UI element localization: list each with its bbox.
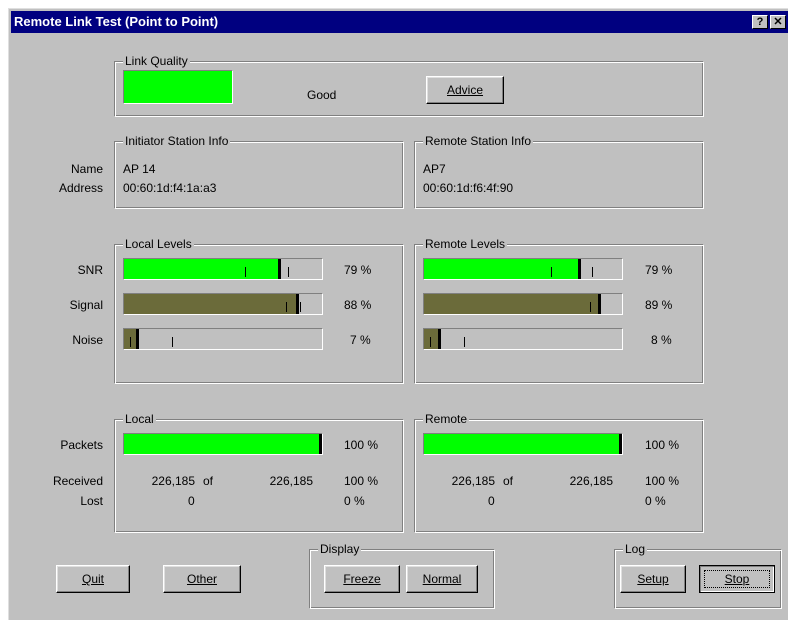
bar-tick: [590, 302, 592, 312]
local-levels-title: Local Levels: [123, 237, 194, 251]
lost-label: Lost: [80, 494, 103, 508]
remote-snr-percent: 79 %: [645, 263, 673, 277]
bar-peak-marker: [135, 329, 139, 349]
remote-packets-group: Remote 100 % 226,185 of 226,185 100 % 0 …: [414, 412, 704, 533]
bar-fill: [124, 259, 281, 279]
remote-lost-count: 0: [488, 494, 495, 508]
normal-button[interactable]: Normal: [406, 565, 478, 593]
local-packets-bar: [123, 433, 323, 455]
log-group: Log Setup Stop: [614, 542, 782, 609]
link-quality-title: Link Quality: [123, 54, 190, 68]
remote-name: AP7: [423, 162, 446, 176]
remote-signal-percent: 89 %: [645, 298, 673, 312]
bar-tick: [286, 302, 288, 312]
display-title: Display: [318, 542, 362, 556]
bar-peak-marker: [296, 294, 300, 314]
local-levels-group: Local Levels 79 % 88 % 7 %: [114, 237, 404, 384]
initiator-address: 00:60:1d:f4:1a:a3: [123, 181, 217, 195]
local-snr-bar: [123, 258, 323, 280]
bar-tick: [129, 337, 131, 347]
remote-levels-group: Remote Levels 79 % 89 % 8 %: [414, 237, 704, 384]
title-bar[interactable]: Remote Link Test (Point to Point) ? ✕: [11, 11, 788, 33]
initiator-name: AP 14: [123, 162, 156, 176]
remote-noise-percent: 8 %: [651, 333, 672, 347]
remote-station-info-title: Remote Station Info: [423, 134, 534, 148]
local-lost-percent: 0 %: [344, 494, 365, 508]
window-title: Remote Link Test (Point to Point): [14, 14, 219, 29]
local-received-percent: 100 %: [344, 474, 379, 488]
bar-peak-marker: [319, 434, 322, 454]
snr-label: SNR: [77, 263, 103, 277]
remote-signal-bar: [423, 293, 623, 315]
close-icon[interactable]: ✕: [770, 15, 786, 29]
help-icon[interactable]: ?: [752, 15, 768, 29]
name-label: Name: [70, 162, 103, 176]
local-received-count: 226,185: [151, 474, 195, 488]
local-packets-group: Local 100 % 226,185 of 226,185 100 % 0 0…: [114, 412, 404, 533]
other-button[interactable]: Other: [163, 565, 241, 593]
bar-fill: [424, 259, 581, 279]
initiator-station-info-title: Initiator Station Info: [123, 134, 231, 148]
bar-tick: [598, 302, 600, 312]
remote-received-count: 226,185: [451, 474, 495, 488]
bar-tick: [550, 267, 552, 277]
link-quality-status: Good: [307, 88, 337, 102]
bar-fill: [424, 294, 601, 314]
address-label: Address: [58, 181, 103, 195]
remote-station-info-group: Remote Station Info AP7 00:60:1d:f6:4f:9…: [414, 134, 704, 209]
initiator-station-info-group: Initiator Station Info AP 14 00:60:1d:f4…: [114, 134, 404, 209]
remote-packets-bar: [423, 433, 623, 455]
bar-peak-marker: [437, 329, 441, 349]
remote-lost-percent: 0 %: [645, 494, 666, 508]
local-noise-percent: 7 %: [350, 333, 371, 347]
remote-levels-title: Remote Levels: [423, 237, 508, 251]
bar-peak-marker: [578, 259, 582, 279]
display-group: Display Freeze Normal: [309, 542, 495, 609]
remote-packets-percent: 100 %: [645, 438, 680, 452]
bar-fill: [424, 434, 622, 454]
remote-address: 00:60:1d:f6:4f:90: [423, 181, 514, 195]
stop-button-label: Stop: [724, 572, 750, 586]
advice-button[interactable]: Advice: [426, 76, 504, 104]
noise-label: Noise: [72, 333, 103, 347]
local-snr-percent: 79 %: [344, 263, 372, 277]
remote-total-count: 226,185: [569, 474, 613, 488]
packets-label: Packets: [60, 438, 103, 452]
bar-tick: [429, 337, 431, 347]
local-lost-count: 0: [188, 494, 195, 508]
remote-received-percent: 100 %: [645, 474, 680, 488]
local-signal-percent: 88 %: [344, 298, 372, 312]
bar-tick: [244, 267, 246, 277]
remote-link-test-window: Remote Link Test (Point to Point) ? ✕ Li…: [8, 8, 788, 620]
received-label: Received: [52, 474, 103, 488]
remote-snr-bar: [423, 258, 623, 280]
remote-packets-title: Remote: [423, 412, 470, 426]
bar-fill: [124, 294, 299, 314]
bar-tick: [463, 337, 465, 347]
local-of-label: of: [203, 474, 214, 488]
link-quality-group: Link Quality Good Advice: [114, 54, 704, 117]
local-signal-bar: [123, 293, 323, 315]
bar-tick: [300, 302, 302, 312]
local-packets-title: Local: [123, 412, 156, 426]
link-quality-indicator: [123, 70, 233, 104]
log-title: Log: [623, 542, 648, 556]
bar-tick: [592, 267, 594, 277]
remote-of-label: of: [503, 474, 514, 488]
remote-noise-bar: [423, 328, 623, 350]
freeze-button[interactable]: Freeze: [324, 565, 400, 593]
bar-tick: [288, 267, 290, 277]
signal-label: Signal: [69, 298, 103, 312]
bar-fill: [124, 434, 322, 454]
local-packets-percent: 100 %: [344, 438, 379, 452]
stop-button[interactable]: Stop: [699, 565, 775, 593]
setup-button[interactable]: Setup: [620, 565, 686, 593]
quit-button[interactable]: Quit: [56, 565, 130, 593]
bar-tick: [171, 337, 173, 347]
local-total-count: 226,185: [269, 474, 313, 488]
bar-peak-marker: [278, 259, 282, 279]
bar-peak-marker: [619, 434, 622, 454]
local-noise-bar: [123, 328, 323, 350]
